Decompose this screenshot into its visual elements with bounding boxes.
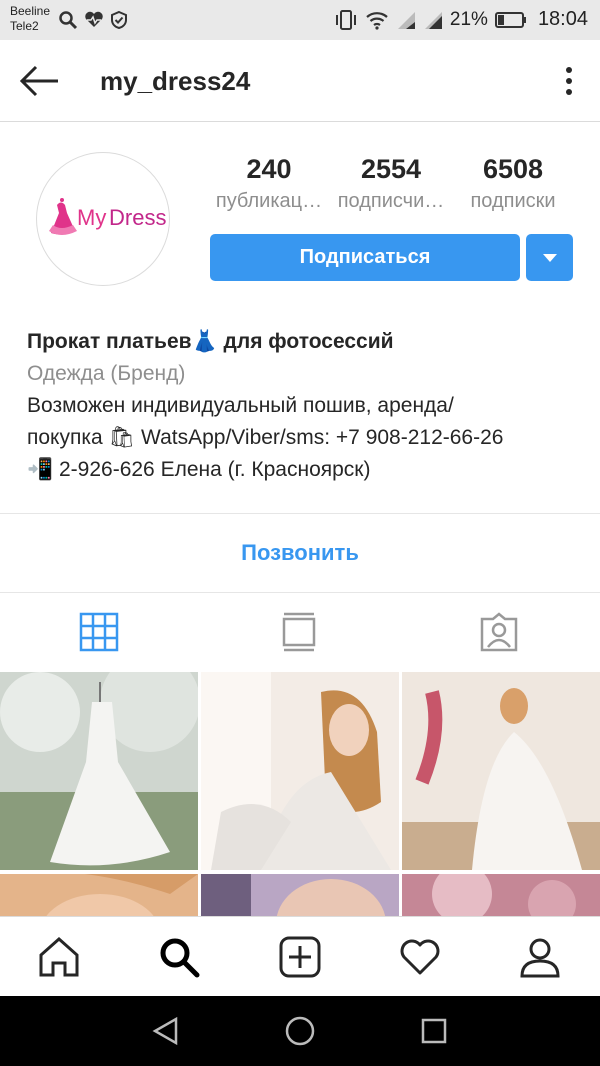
- battery-percent: 21%: [449, 8, 488, 30]
- back-button[interactable]: [18, 62, 62, 100]
- profile-stats: 240 публикац… 2554 подписчи… 6508 подпис…: [208, 152, 576, 232]
- phone-emoji: 📲: [27, 458, 54, 481]
- tab-feed[interactable]: [278, 611, 320, 653]
- follow-button[interactable]: Подписаться: [210, 234, 520, 281]
- svg-text:Dress: Dress: [109, 205, 166, 230]
- carrier-1: Beeline: [10, 4, 51, 18]
- profile-avatar[interactable]: My Dress: [36, 152, 170, 286]
- home-icon: [39, 936, 79, 977]
- signal-1-icon: [397, 11, 415, 29]
- android-home-button[interactable]: [284, 1015, 316, 1047]
- carrier-names: Beeline Tele2: [10, 4, 50, 34]
- post-image: [402, 874, 600, 916]
- android-nav-bar: [0, 996, 600, 1066]
- post-thumbnail[interactable]: [201, 672, 399, 870]
- stat-posts-count: 240: [246, 154, 292, 184]
- call-button[interactable]: Позвонить: [0, 514, 600, 592]
- post-image: [201, 672, 399, 870]
- status-left-icons: [58, 10, 128, 30]
- android-back-button[interactable]: [150, 1015, 182, 1047]
- bio-category: Одежда (Бренд): [27, 362, 186, 385]
- bio-line-1: Возможен индивидуальный пошив, аренда/: [27, 394, 454, 417]
- post-image: [402, 672, 600, 870]
- header-username: my_dress24: [100, 66, 251, 96]
- grid-icon: [79, 612, 119, 652]
- stat-following[interactable]: 6508 подписки: [452, 152, 574, 216]
- arrow-left-icon: [19, 65, 58, 97]
- battery-icon: [494, 11, 526, 28]
- status-bar: Beeline Tele2 21% 18:04: [0, 0, 600, 40]
- profile-tabs: [0, 593, 600, 671]
- feed-icon: [282, 612, 316, 652]
- profile-icon: [520, 938, 560, 978]
- clock: 18:04: [537, 8, 588, 30]
- bottom-nav: [0, 916, 600, 996]
- bio-line-3: 📲 2-926-626 Елена (г. Красноярск): [27, 458, 371, 481]
- heart-rate-icon: [85, 11, 103, 27]
- nav-activity[interactable]: [398, 935, 442, 979]
- dress-emoji: 👗: [191, 330, 218, 353]
- more-options-button[interactable]: [556, 64, 582, 98]
- search-icon: [160, 938, 200, 978]
- vibrate-icon: [335, 9, 356, 30]
- post-thumbnail[interactable]: [402, 874, 600, 916]
- triangle-back-icon: [152, 1016, 178, 1046]
- square-recents-icon: [421, 1018, 447, 1044]
- posts-grid: [0, 672, 600, 916]
- post-image: [0, 874, 198, 916]
- post-thumbnail[interactable]: [402, 672, 600, 870]
- caret-down-icon: [543, 254, 557, 262]
- circle-home-icon: [285, 1016, 315, 1046]
- mydress-logo: My Dress: [49, 198, 166, 235]
- tagged-icon: [480, 612, 518, 652]
- tab-grid[interactable]: [78, 611, 120, 653]
- bio-line-2: покупка 🛍 WatsApp/Viber/sms: +7 908-212-…: [27, 426, 504, 449]
- nav-home[interactable]: [37, 935, 81, 979]
- stat-following-label: подписки: [470, 190, 556, 212]
- stat-following-count: 6508: [482, 154, 544, 184]
- shopping-bag-emoji: 🛍: [108, 426, 136, 449]
- bio-name: Прокат платьев👗 для фотосессий: [27, 330, 394, 353]
- stat-followers-count: 2554: [360, 154, 422, 184]
- post-thumbnail[interactable]: [0, 874, 198, 916]
- search-status-icon: [59, 11, 78, 30]
- android-recents-button[interactable]: [418, 1015, 450, 1047]
- shield-icon: [111, 10, 127, 30]
- stat-followers-label: подписчи…: [337, 190, 445, 212]
- wifi-icon: [366, 11, 388, 30]
- profile-bio: Прокат платьев👗 для фотосессий Одежда (Б…: [27, 326, 587, 486]
- signal-2-icon: [424, 11, 442, 29]
- add-post-icon: [279, 936, 321, 978]
- tab-tagged[interactable]: [478, 611, 520, 653]
- more-vertical-icon: [566, 67, 572, 95]
- post-thumbnail[interactable]: [0, 672, 198, 870]
- nav-add-post[interactable]: [278, 935, 322, 979]
- profile-header: my_dress24: [0, 40, 600, 122]
- svg-text:My: My: [77, 205, 106, 230]
- nav-profile[interactable]: [518, 935, 562, 979]
- status-right: 21% 18:04: [334, 8, 588, 31]
- post-thumbnail[interactable]: [201, 874, 399, 916]
- suggestions-dropdown-button[interactable]: [526, 234, 573, 281]
- nav-search[interactable]: [157, 935, 201, 979]
- post-image: [201, 874, 399, 916]
- post-image: [0, 672, 198, 870]
- stat-followers[interactable]: 2554 подписчи…: [330, 152, 452, 216]
- carrier-2: Tele2: [10, 19, 39, 33]
- stat-posts[interactable]: 240 публикац…: [208, 152, 330, 216]
- heart-icon: [400, 939, 440, 975]
- stat-posts-label: публикац…: [215, 190, 323, 212]
